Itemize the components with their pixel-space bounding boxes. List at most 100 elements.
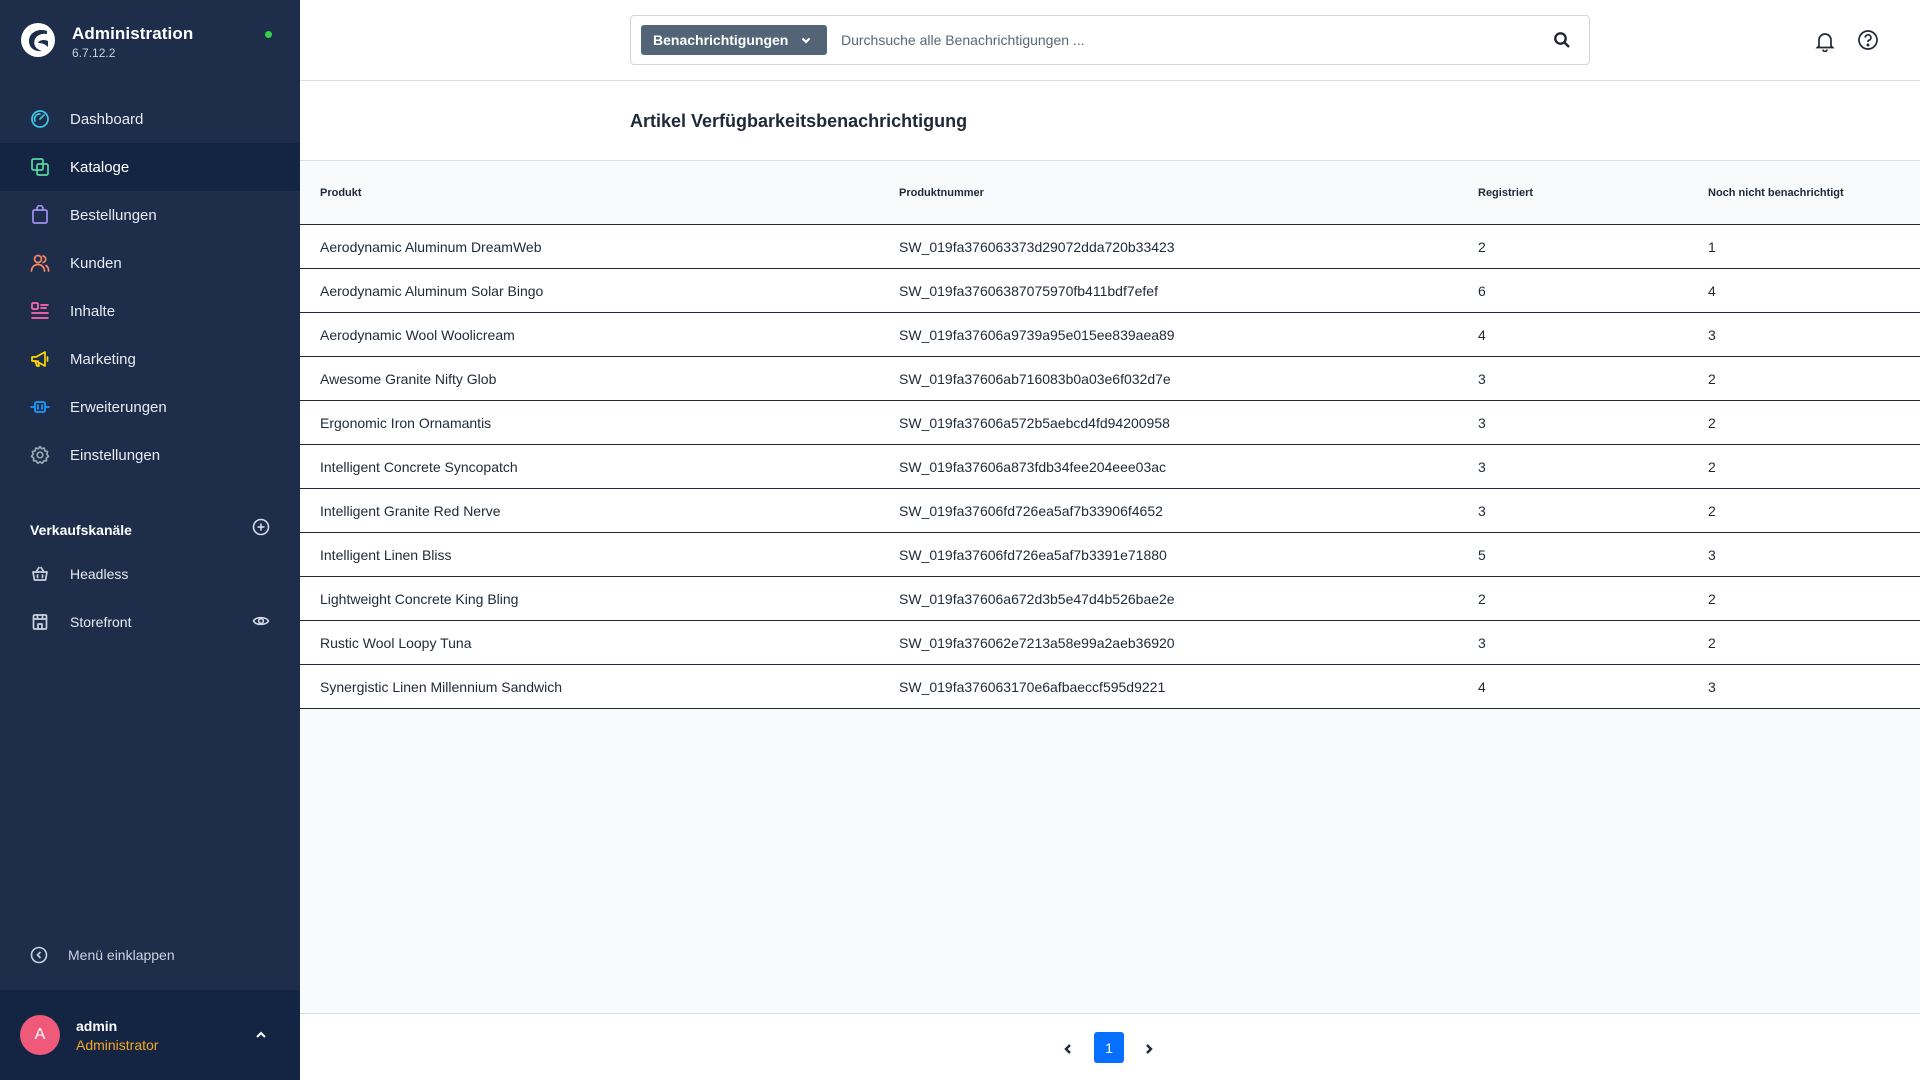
nav-label: Bestellungen [70,206,157,224]
cell-not-notified: 4 [1708,282,1716,299]
sales-channel-label: Headless [70,566,129,582]
add-sales-channel-icon[interactable] [252,518,270,541]
cell-registered: 4 [1478,678,1486,695]
global-search: Benachrichtigungen [630,15,1590,65]
nav-item-kataloge[interactable]: Kataloge [0,143,300,191]
user-role: Administrator [76,1036,159,1053]
sales-channel-headless[interactable]: Headless [0,550,300,598]
cell-registered: 3 [1478,370,1486,387]
cell-not-notified: 2 [1708,590,1716,607]
column-header-noch-nicht-benachrichtigt[interactable]: Noch nicht benachrichtigt [1708,187,1844,199]
cell-product-name: Synergistic Linen Millennium Sandwich [320,678,563,695]
nav-item-erweiterungen[interactable]: Erweiterungen [0,383,300,431]
cell-registered: 5 [1478,546,1486,563]
nav-label: Erweiterungen [70,398,167,416]
table-row[interactable]: Awesome Granite Nifty Glob SW_019fa37606a… [300,357,1920,401]
nav-label: Marketing [70,350,136,368]
previous-page-button[interactable] [1062,1042,1074,1060]
nav-item-einstellungen[interactable]: Einstellungen [0,431,300,479]
nav-item-bestellungen[interactable]: Bestellungen [0,191,300,239]
search-type-label: Benachrichtigungen [653,32,789,48]
cell-registered: 6 [1478,282,1486,299]
table-row[interactable]: Synergistic Linen Millennium Sandwich SW_… [300,665,1920,709]
table-row[interactable]: Aerodynamic Aluminum Solar Bingo SW_019fa… [300,269,1920,313]
table-row[interactable]: Intelligent Linen Bliss SW_019fa37606fd72… [300,533,1920,577]
cell-product-name: Intelligent Linen Bliss [320,546,452,563]
shopping-bag-icon [30,205,50,225]
brand[interactable]: Administration 6.7.12.2 [20,22,193,60]
plug-icon [30,397,50,417]
cell-product-name: Awesome Granite Nifty Glob [320,370,497,387]
cell-product-name: Aerodynamic Aluminum DreamWeb [320,238,542,255]
storefront-icon [30,612,50,632]
cell-product-number: SW_019fa376062e7213a58e99a2aeb36920 [899,634,1175,651]
cell-product-name: Ergonomic Iron Ornamantis [320,414,492,431]
eye-icon[interactable] [252,612,270,633]
cell-not-notified: 2 [1708,634,1716,651]
nav-label: Einstellungen [70,446,161,464]
cell-not-notified: 2 [1708,370,1716,387]
nav-item-marketing[interactable]: Marketing [0,335,300,383]
nav-item-dashboard[interactable]: Dashboard [0,95,300,143]
cell-product-name: Rustic Wool Loopy Tuna [320,634,472,651]
cell-registered: 3 [1478,634,1486,651]
nav-label: Kataloge [70,158,130,176]
chevron-right-icon [1146,1044,1153,1054]
table-row[interactable]: Aerodynamic Aluminum DreamWeb SW_019fa376… [300,225,1920,269]
dashboard-icon [30,109,50,129]
cell-product-number: SW_019fa37606fd726ea5af7b33906f4652 [899,502,1163,519]
chevron-up-icon[interactable] [254,1028,268,1047]
search-icon[interactable] [1553,31,1571,54]
table-row[interactable]: Aerodynamic Wool Woolicream SW_019fa37606… [300,313,1920,357]
chevron-left-circle-icon [30,946,48,964]
cell-product-name: Intelligent Granite Red Nerve [320,502,501,519]
collapse-menu-button[interactable]: Menü einklappen [30,946,175,964]
megaphone-icon [30,349,50,369]
table-body: Aerodynamic Aluminum DreamWeb SW_019fa376… [300,225,1920,709]
cell-registered: 2 [1478,238,1486,255]
table-header: Produkt Produktnummer Registriert Noch n… [300,161,1920,225]
app-version: 6.7.12.2 [72,46,116,60]
users-icon [30,253,50,273]
bell-icon[interactable] [1814,30,1836,57]
nav-item-inhalte[interactable]: Inhalte [0,287,300,335]
table-row[interactable]: Intelligent Concrete Syncopatch SW_019fa3… [300,445,1920,489]
cell-product-number: SW_019fa376063170e6afbaeccf595d9221 [899,678,1166,695]
column-header-produktnummer[interactable]: Produktnummer [899,187,984,199]
sales-channels-title: Verkaufskanäle [30,521,132,538]
sales-channel-storefront[interactable]: Storefront [0,598,300,646]
table-row[interactable]: Intelligent Granite Red Nerve SW_019fa376… [300,489,1920,533]
page-button-current[interactable]: 1 [1094,1032,1124,1063]
search-type-dropdown[interactable]: Benachrichtigungen [641,25,827,55]
cell-not-notified: 2 [1708,414,1716,431]
cell-product-number: SW_019fa37606a672d3b5e47d4b526bae2e [899,590,1175,607]
cell-not-notified: 3 [1708,678,1716,695]
basket-icon [30,564,50,584]
table-row[interactable]: Lightweight Concrete King Bling SW_019fa3… [300,577,1920,621]
table-row[interactable]: Ergonomic Iron Ornamantis SW_019fa37606a5… [300,401,1920,445]
sales-channels-list: Headless Storefront [0,550,300,646]
nav-label: Inhalte [70,302,116,320]
user-panel[interactable]: A admin Administrator [0,990,300,1080]
cell-not-notified: 2 [1708,502,1716,519]
column-header-produkt[interactable]: Produkt [320,187,362,199]
catalog-icon [30,157,50,177]
cell-registered: 3 [1478,502,1486,519]
cell-product-number: SW_019fa37606a572b5aebcd4fd94200958 [899,414,1170,431]
collapse-menu-label: Menü einklappen [68,947,175,963]
nav-item-kunden[interactable]: Kunden [0,239,300,287]
pagination-bar: 1 [300,1013,1920,1080]
help-icon[interactable] [1857,29,1879,56]
cell-product-number: SW_019fa376063373d29072dda720b33423 [899,238,1175,255]
cell-product-number: SW_019fa37606387075970fb411bdf7efef [899,282,1158,299]
cell-registered: 3 [1478,414,1486,431]
sidebar: Administration 6.7.12.2 Dashboard Katalo… [0,0,300,1080]
chevron-left-icon [1064,1044,1071,1054]
top-bar: Benachrichtigungen [300,0,1920,81]
nav-label: Kunden [70,254,122,272]
next-page-button[interactable] [1143,1042,1155,1060]
table-row[interactable]: Rustic Wool Loopy Tuna SW_019fa376062e721… [300,621,1920,665]
search-input[interactable] [841,26,1541,54]
column-header-registriert[interactable]: Registriert [1478,187,1533,199]
cell-product-name: Lightweight Concrete King Bling [320,590,519,607]
